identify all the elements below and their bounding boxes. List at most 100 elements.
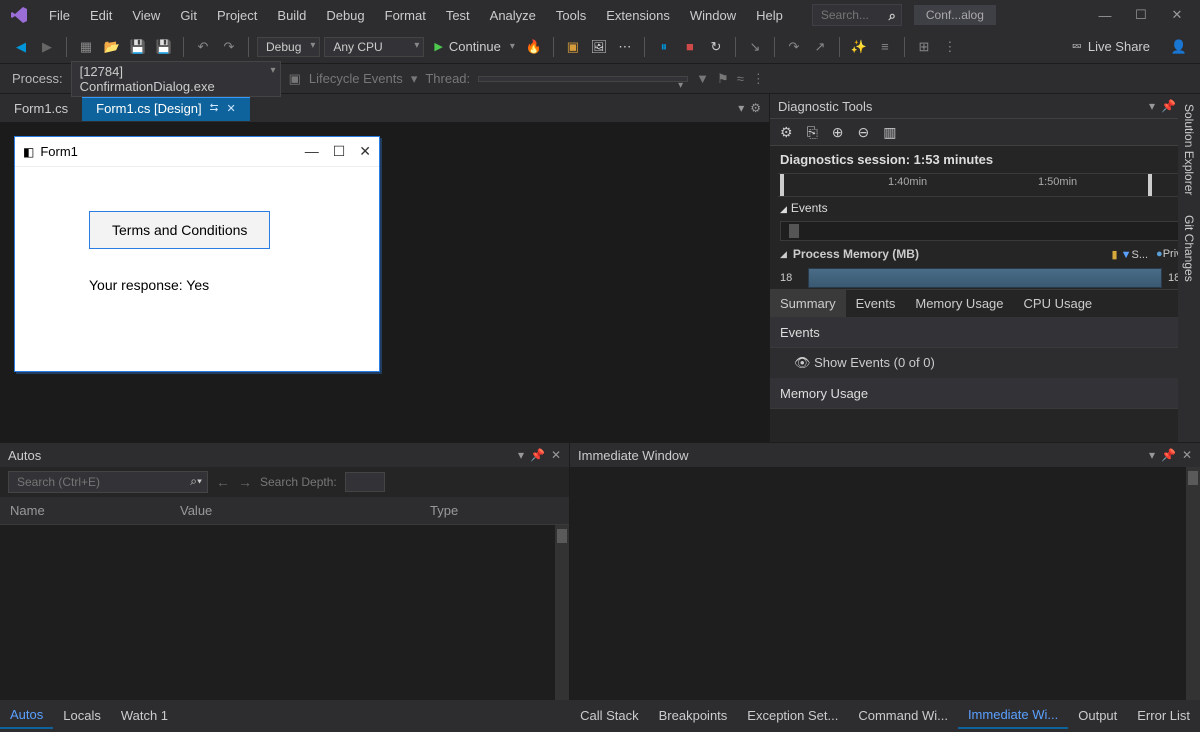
terms-button[interactable]: Terms and Conditions [89, 211, 270, 249]
step-out-icon[interactable]: ↗ [809, 36, 831, 58]
panel-pin-icon[interactable]: 📌 [1161, 99, 1176, 113]
depth-dropdown[interactable] [345, 472, 385, 492]
menu-extensions[interactable]: Extensions [597, 4, 679, 27]
chart-icon[interactable]: ≡ [874, 36, 896, 58]
form1-titlebar[interactable]: ◧ Form1 — ☐ ✕ [15, 137, 379, 167]
git-changes-tab[interactable]: Git Changes [1180, 211, 1198, 286]
search-icon[interactable]: ⌕ [889, 8, 896, 24]
save-all-icon[interactable]: 💾 [153, 36, 175, 58]
diag-reset-icon[interactable]: ▥ [883, 124, 896, 141]
menu-file[interactable]: File [40, 4, 79, 27]
hot-reload-icon[interactable]: 🔥 [523, 36, 545, 58]
diag-export-icon[interactable]: ⎘ [807, 124, 818, 141]
menu-git[interactable]: Git [171, 4, 206, 27]
bottab-callstack[interactable]: Call Stack [570, 703, 649, 728]
col-value[interactable]: Value [180, 503, 430, 518]
autos-scrollbar[interactable] [555, 525, 569, 700]
diag-zoomout-icon[interactable]: ⊖ [858, 124, 870, 141]
pin-icon[interactable]: ⮀ [210, 102, 219, 115]
menu-window[interactable]: Window [681, 4, 745, 27]
nav-back-icon[interactable]: ◀ [10, 36, 32, 58]
menu-edit[interactable]: Edit [81, 4, 121, 27]
menu-test[interactable]: Test [437, 4, 479, 27]
open-folder-icon[interactable]: 📂 [101, 36, 123, 58]
menu-project[interactable]: Project [208, 4, 266, 27]
tab-gear-icon[interactable]: ⚙ [750, 101, 761, 115]
lifecycle-label[interactable]: Lifecycle Events [309, 71, 403, 86]
autos-prev-icon[interactable]: ← [216, 474, 230, 490]
new-item-icon[interactable]: ▦ [75, 36, 97, 58]
autos-body[interactable] [0, 525, 569, 700]
form-close-icon[interactable]: ✕ [359, 143, 371, 160]
diag-settings-icon[interactable]: ⚙ [780, 124, 793, 141]
continue-button[interactable]: ▶Continue [428, 37, 519, 56]
bottab-command[interactable]: Command Wi... [848, 703, 958, 728]
col-type[interactable]: Type [430, 503, 559, 518]
form-maximize-icon[interactable]: ☐ [333, 143, 346, 160]
imm-scrollbar[interactable] [1186, 467, 1200, 700]
events-panel-header[interactable]: Events⌃ [770, 317, 1200, 348]
dash-icon[interactable]: ⋯ [614, 36, 636, 58]
browse-icon[interactable]: ▣ [562, 36, 584, 58]
menu-help[interactable]: Help [747, 4, 792, 27]
pause-icon[interactable]: ⏸ [653, 36, 675, 58]
bottab-watch1[interactable]: Watch 1 [111, 703, 178, 728]
bottab-exceptions[interactable]: Exception Set... [737, 703, 848, 728]
menu-debug[interactable]: Debug [317, 4, 373, 27]
config-dropdown[interactable]: Debug [257, 37, 320, 57]
bottab-immediate[interactable]: Immediate Wi... [958, 702, 1068, 729]
bottab-errorlist[interactable]: Error List [1127, 703, 1200, 728]
menu-build[interactable]: Build [268, 4, 315, 27]
autos-close-icon[interactable]: ✕ [551, 448, 561, 462]
step-over-icon[interactable]: ↷ [783, 36, 805, 58]
form-minimize-icon[interactable]: — [305, 143, 319, 160]
design-surface[interactable]: ◧ Form1 — ☐ ✕ Terms and Conditions Your … [0, 122, 769, 442]
autos-dropdown-icon[interactable]: ▾ [518, 448, 524, 462]
imm-dropdown-icon[interactable]: ▾ [1149, 448, 1155, 462]
menu-view[interactable]: View [123, 4, 169, 27]
diag-zoomin-icon[interactable]: ⊕ [832, 124, 844, 141]
autos-search-input[interactable] [8, 471, 208, 493]
restart-icon[interactable]: ↻ [705, 36, 727, 58]
menu-format[interactable]: Format [376, 4, 435, 27]
menu-tools[interactable]: Tools [547, 4, 595, 27]
minimize-button[interactable]: — [1088, 3, 1122, 27]
maximize-button[interactable]: ☐ [1124, 3, 1158, 27]
stop-icon[interactable]: ■ [679, 36, 701, 58]
solution-name[interactable]: Conf...alog [914, 5, 996, 25]
tab-close-icon[interactable]: ✕ [226, 102, 235, 115]
account-icon[interactable]: 👤 [1168, 36, 1190, 58]
tab-form1-cs[interactable]: Form1.cs [0, 96, 82, 121]
liveshare-button[interactable]: ⮹Live Share [1071, 39, 1150, 55]
diag-tab-memory[interactable]: Memory Usage [905, 290, 1013, 317]
diag-timeline[interactable]: 1:40min 1:50min [778, 173, 1192, 197]
process-dropdown[interactable]: [12784] ConfirmationDialog.exe [71, 61, 281, 97]
platform-dropdown[interactable]: Any CPU [324, 37, 424, 57]
autos-next-icon[interactable]: → [238, 474, 252, 490]
diag-memory-header[interactable]: ◢ Process Memory (MB) ▮ ▼S... ●Priv... [770, 247, 1200, 267]
bottab-locals[interactable]: Locals [53, 703, 111, 728]
tab-dropdown-icon[interactable]: ▾ [738, 101, 744, 115]
imm-pin-icon[interactable]: 📌 [1161, 448, 1176, 462]
show-events-link[interactable]: 👁 Show Events (0 of 0) [770, 348, 1200, 378]
layout-icon[interactable]: ⊞ [913, 36, 935, 58]
immediate-body[interactable] [570, 467, 1200, 700]
col-name[interactable]: Name [10, 503, 180, 518]
form1-window[interactable]: ◧ Form1 — ☐ ✕ Terms and Conditions Your … [14, 136, 380, 372]
diag-tab-cpu[interactable]: CPU Usage [1014, 290, 1103, 317]
menu-analyze[interactable]: Analyze [481, 4, 545, 27]
close-button[interactable]: ✕ [1160, 3, 1194, 27]
save-icon[interactable]: 💾 [127, 36, 149, 58]
memory-chart[interactable]: 18 18 [780, 267, 1190, 289]
panel-dropdown-icon[interactable]: ▾ [1149, 99, 1155, 113]
solution-explorer-tab[interactable]: Solution Explorer [1180, 100, 1198, 199]
bottab-autos[interactable]: Autos [0, 702, 53, 729]
redo-icon[interactable]: ↷ [218, 36, 240, 58]
diag-events-header[interactable]: ◢Events [770, 197, 1200, 219]
imm-close-icon[interactable]: ✕ [1182, 448, 1192, 462]
thread-dropdown[interactable] [478, 76, 688, 82]
memory-panel-header[interactable]: Memory Usage⌄ [770, 378, 1200, 409]
nav-forward-icon[interactable]: ▶ [36, 36, 58, 58]
diag-tab-events[interactable]: Events [846, 290, 906, 317]
more-icon[interactable]: ⋮ [939, 36, 961, 58]
